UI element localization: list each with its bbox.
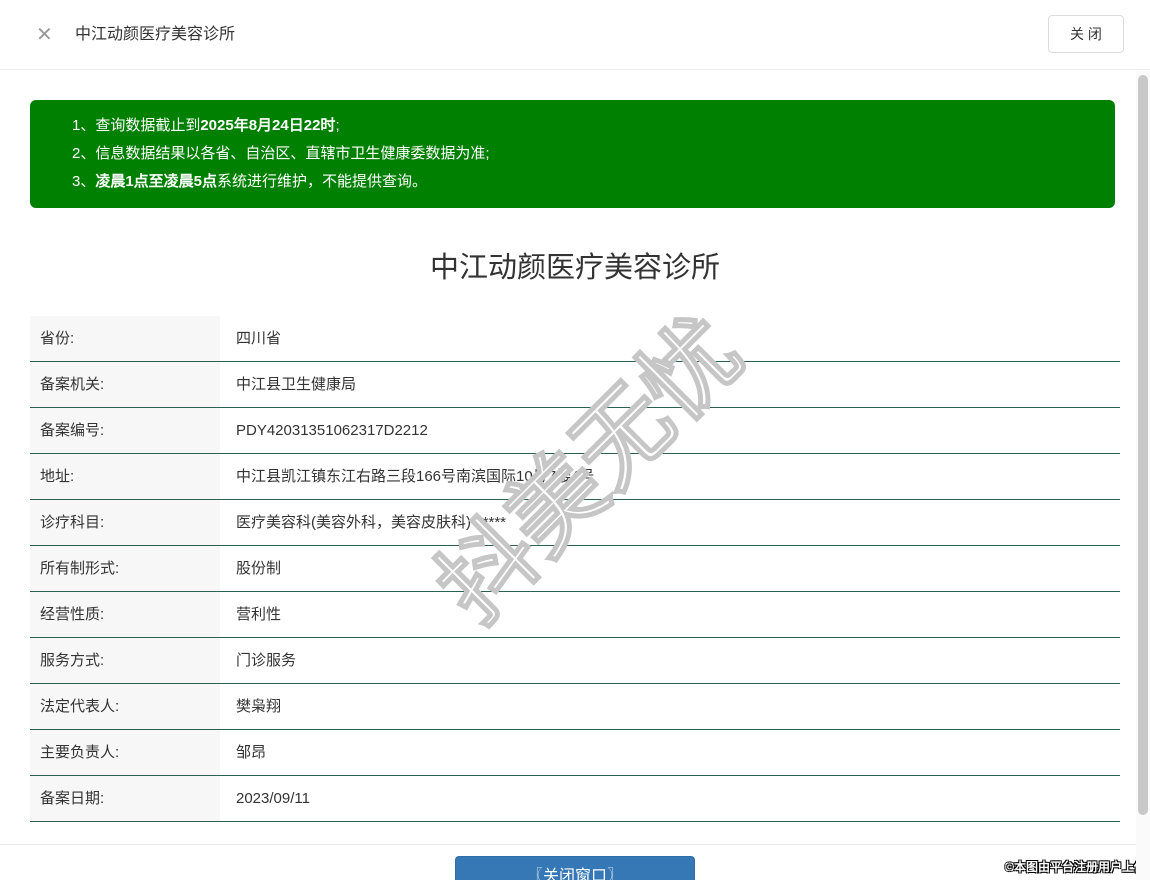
notice-bold-text: 凌晨1点至凌晨5点 (95, 173, 218, 190)
row-value: 樊枭翔 (220, 684, 1120, 729)
row-value: 2023/09/11 (220, 776, 1120, 821)
row-label: 备案编号: (30, 408, 220, 453)
table-row: 诊疗科目: 医疗美容科(美容外科，美容皮肤科)****** (30, 500, 1120, 546)
notice-text: 3、 (72, 173, 96, 190)
row-label: 主要负责人: (30, 730, 220, 775)
notice-banner: 1、查询数据截止到2025年8月24日22时; 2、信息数据结果以各省、自治区、… (30, 100, 1115, 208)
table-row: 备案机关: 中江县卫生健康局 (30, 362, 1120, 408)
table-row: 主要负责人: 邹昂 (30, 730, 1120, 776)
header-bar: ✕ 中江动颜医疗美容诊所 关 闭 (0, 0, 1150, 70)
close-x-icon[interactable]: ✕ (36, 0, 53, 70)
table-row: 服务方式: 门诊服务 (30, 638, 1120, 684)
row-label: 备案机关: (30, 362, 220, 407)
credit-text: ©本图由平台注册用户上传 (1005, 860, 1146, 874)
row-label: 法定代表人: (30, 684, 220, 729)
row-label: 省份: (30, 316, 220, 361)
clinic-title: 中江动颜医疗美容诊所 (429, 252, 720, 284)
close-button[interactable]: 关 闭 (1048, 15, 1124, 53)
row-value: 四川省 (220, 316, 1120, 361)
table-row: 备案日期: 2023/09/11 (30, 776, 1120, 822)
table-row: 省份: 四川省 (30, 316, 1120, 362)
row-label: 所有制形式: (30, 546, 220, 591)
notice-line: 3、凌晨1点至凌晨5点系统进行维护，不能提供查询。 (72, 168, 1095, 196)
row-value: 股份制 (220, 546, 1120, 591)
row-value: 中江县凯江镇东江右路三段166号南滨国际10号7楼4号 (220, 454, 1120, 499)
row-label: 诊疗科目: (30, 500, 220, 545)
table-row: 备案编号: PDY42031351062317D2212 (30, 408, 1120, 454)
table-row: 经营性质: 营利性 (30, 592, 1120, 638)
button-row: 〖关闭窗口〗 (0, 856, 1150, 880)
notice-text: 1、查询数据截止到 (72, 117, 201, 134)
page-title: 中江动颜医疗美容诊所 (75, 26, 236, 43)
table-row: 法定代表人: 樊枭翔 (30, 684, 1120, 730)
row-label: 经营性质: (30, 592, 220, 637)
row-value: 医疗美容科(美容外科，美容皮肤科)****** (220, 500, 1120, 545)
row-label: 服务方式: (30, 638, 220, 683)
notice-bold-text: 2025年8月24日22时 (200, 117, 336, 134)
detail-table: 省份: 四川省 备案机关: 中江县卫生健康局 备案编号: PDY42031351… (30, 316, 1120, 822)
row-value: 中江县卫生健康局 (220, 362, 1120, 407)
notice-text: 系统进行维护，不能提供查询。 (217, 173, 428, 190)
scrollbar-thumb[interactable] (1138, 75, 1148, 815)
notice-text: 2、信息数据结果以各省、自治区、直辖市卫生健康委数据为准; (72, 145, 490, 162)
scrollbar[interactable] (1136, 71, 1150, 880)
row-value: 邹昂 (220, 730, 1120, 775)
notice-text: ; (335, 117, 340, 134)
table-row: 地址: 中江县凯江镇东江右路三段166号南滨国际10号7楼4号 (30, 454, 1120, 500)
notice-line: 1、查询数据截止到2025年8月24日22时; (72, 112, 1095, 140)
row-label: 地址: (30, 454, 220, 499)
row-value: 营利性 (220, 592, 1120, 637)
row-value: PDY42031351062317D2212 (220, 408, 1120, 453)
row-value: 门诊服务 (220, 638, 1120, 683)
close-window-button[interactable]: 〖关闭窗口〗 (455, 856, 695, 880)
table-row: 所有制形式: 股份制 (30, 546, 1120, 592)
row-label: 备案日期: (30, 776, 220, 821)
notice-line: 2、信息数据结果以各省、自治区、直辖市卫生健康委数据为准; (72, 140, 1095, 168)
footer-divider (0, 844, 1150, 845)
